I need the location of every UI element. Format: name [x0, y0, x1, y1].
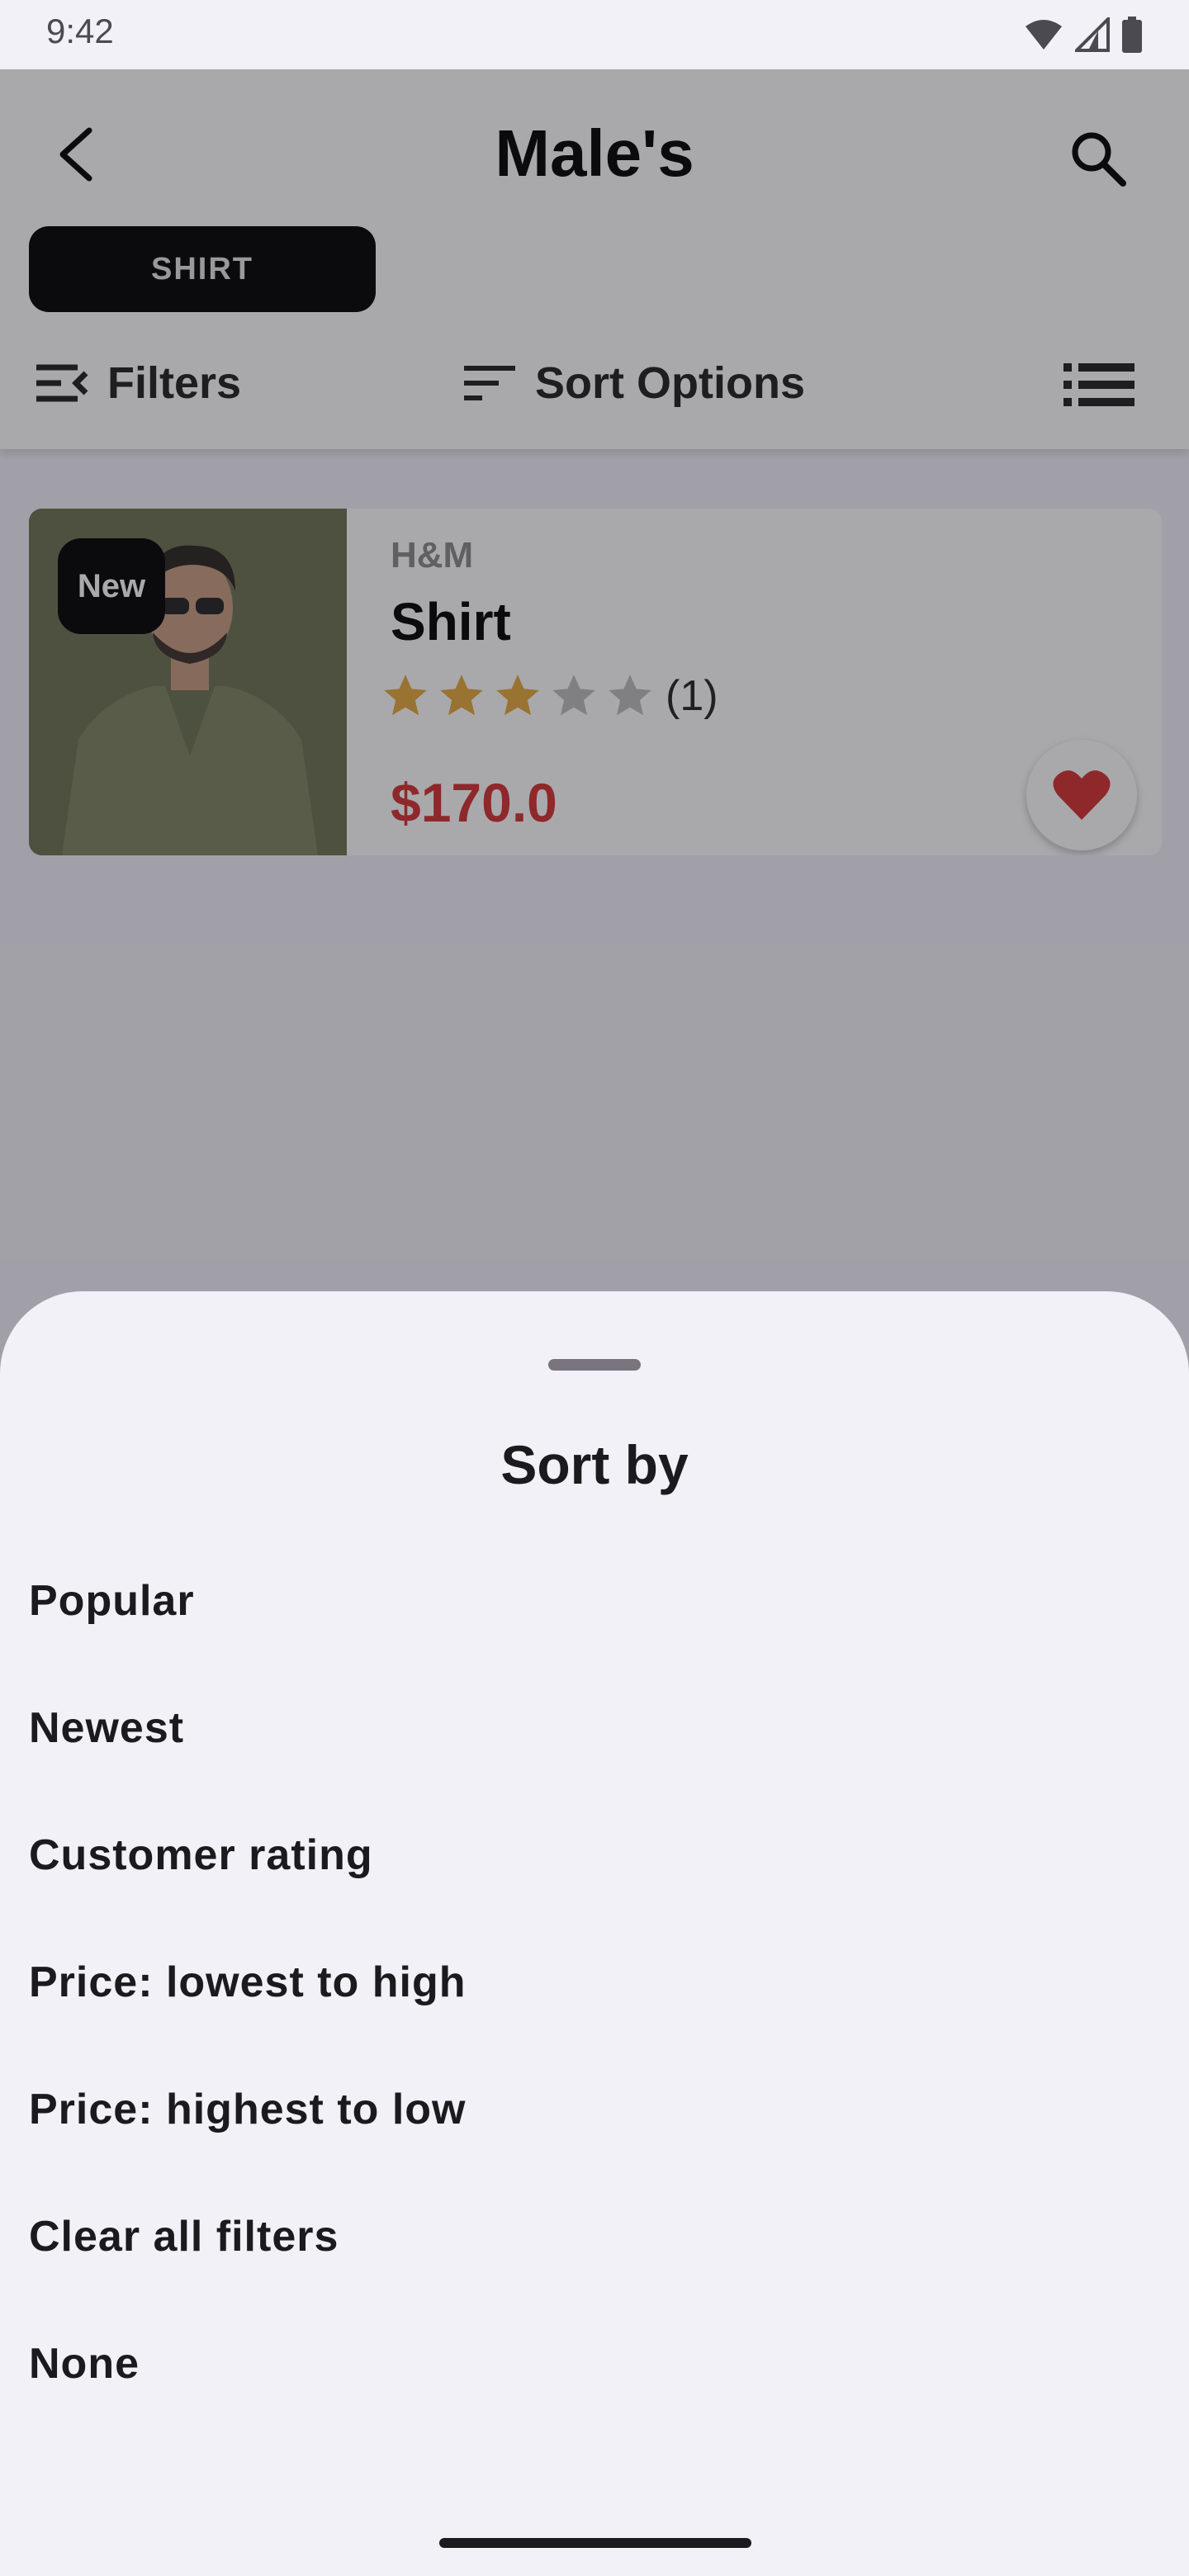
wifi-icon: [1026, 20, 1062, 50]
sort-bottom-sheet: Sort by Popular Newest Customer rating P…: [0, 1291, 1189, 2576]
status-icons: [1024, 15, 1143, 54]
sort-option-price-low-high[interactable]: Price: lowest to high: [29, 1937, 1160, 2028]
status-bar: 9:42: [0, 0, 1189, 69]
cell-signal-icon: [1075, 17, 1110, 52]
system-nav-bar: [0, 2505, 1189, 2576]
sort-option-price-high-low[interactable]: Price: highest to low: [29, 2064, 1160, 2155]
sort-option-customer-rating[interactable]: Customer rating: [29, 1810, 1160, 1901]
sort-option-popular[interactable]: Popular: [29, 1556, 1160, 1646]
drag-handle[interactable]: [548, 1359, 641, 1371]
sort-option-newest[interactable]: Newest: [29, 1683, 1160, 1773]
status-time: 9:42: [46, 12, 114, 50]
battery-icon: [1122, 17, 1142, 53]
sort-option-none[interactable]: None: [29, 2318, 1160, 2409]
home-gesture-handle[interactable]: [439, 2538, 751, 2548]
sheet-title: Sort by: [500, 1434, 689, 1495]
sort-option-clear-filters[interactable]: Clear all filters: [29, 2191, 1160, 2282]
